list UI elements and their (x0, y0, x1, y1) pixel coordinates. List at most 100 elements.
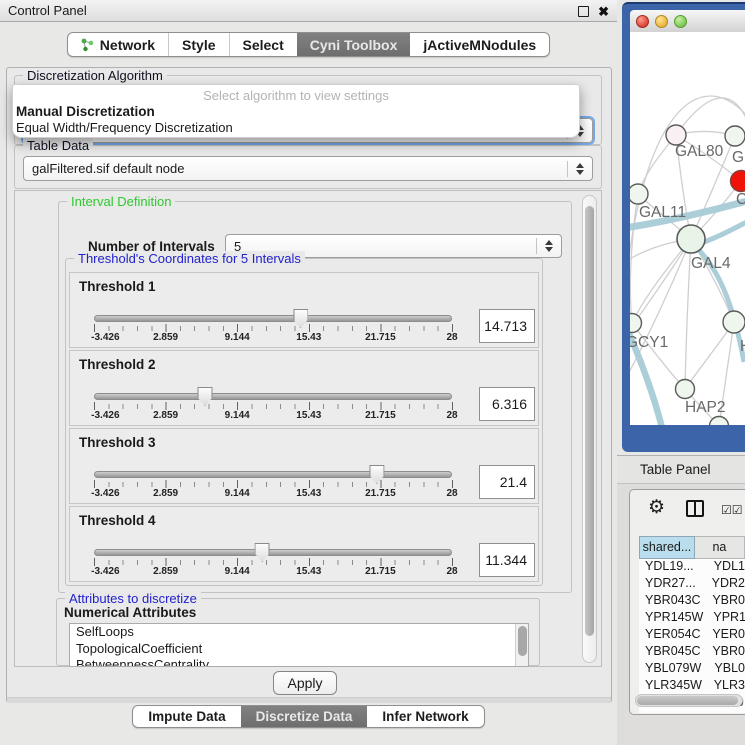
tab-jactivemnodules[interactable]: jActiveMNodules (410, 33, 549, 56)
gear-icon[interactable]: ⚙ (648, 496, 665, 519)
slider-major-ticks (94, 324, 454, 332)
tab-style[interactable]: Style (168, 33, 228, 56)
hscrollbar-thumb[interactable] (637, 696, 738, 705)
cell-shared-name[interactable]: YER054C (639, 627, 702, 644)
table-data-combo[interactable]: galFiltered.sif default node (23, 156, 593, 181)
scrollbar-thumb[interactable] (585, 206, 594, 636)
scale-label: 28 (446, 410, 457, 421)
threshold-value-field[interactable]: 11.344 (479, 543, 535, 577)
minimize-traffic-light-icon[interactable] (655, 15, 668, 28)
discretization-algorithm-title: Discretization Algorithm (23, 68, 167, 83)
scale-label: 15.43 (296, 488, 321, 499)
slider-track[interactable] (94, 393, 452, 400)
node-red-selected[interactable] (731, 171, 745, 192)
cell-name[interactable]: YBL0 (704, 661, 745, 678)
combo-spinner-icon[interactable] (567, 161, 584, 177)
cell-name[interactable]: YBR0 (702, 593, 745, 610)
scale-label: 15.43 (296, 566, 321, 577)
table-panel-titlebar: Table Panel (617, 455, 745, 484)
table-row[interactable]: YER054CYER0 (639, 627, 745, 644)
node-label: GAL11 (639, 204, 686, 221)
node-gal11[interactable] (630, 184, 648, 204)
threshold-label: Threshold 4 (79, 513, 156, 528)
node-label: GCY1 (630, 334, 668, 351)
cell-name[interactable]: YPR1 (703, 610, 745, 627)
scale-label: 21.715 (365, 410, 396, 421)
slider-track[interactable] (94, 549, 452, 556)
table-hscrollbar[interactable] (635, 694, 743, 707)
tab-infer-network[interactable]: Infer Network (367, 706, 483, 727)
node-h[interactable] (723, 311, 745, 333)
table-row[interactable]: YDL19...YDL1 (639, 559, 745, 576)
columns-icon[interactable] (686, 500, 704, 517)
node-bottom[interactable] (710, 417, 729, 426)
scale-label: 9.144 (225, 488, 250, 499)
cell-name[interactable]: YBR0 (702, 644, 745, 661)
tab-select[interactable]: Select (229, 33, 297, 56)
threshold-label: Threshold 1 (79, 279, 156, 294)
scale-label: 2.859 (153, 566, 178, 577)
tab-cyni-toolbox[interactable]: Cyni Toolbox (297, 33, 411, 56)
cell-name[interactable]: YLR3 (704, 678, 745, 695)
attribute-list-item[interactable]: SelfLoops (70, 624, 528, 641)
slider-track[interactable] (94, 471, 452, 478)
node-hap2[interactable] (676, 380, 695, 399)
close-icon[interactable]: ✖ (598, 6, 609, 17)
popup-option-manual[interactable]: Manual Discretization (13, 103, 579, 119)
checkboxes-icon[interactable]: ☑☑ (721, 503, 743, 517)
table-data-group: Table Data galFiltered.sif default node (14, 145, 602, 189)
scale-label: 9.144 (225, 410, 250, 421)
threshold-1-panel: Threshold 1 -3.4262.8599.14415.4321.7152… (69, 272, 539, 348)
table-row[interactable]: YBR043CYBR0 (639, 593, 745, 610)
cell-name[interactable]: YDR2 (702, 576, 745, 593)
node-gcy1[interactable] (630, 314, 642, 333)
cell-shared-name[interactable]: YLR345W (639, 678, 704, 695)
table-row[interactable]: YDR27...YDR2 (639, 576, 745, 593)
tab-network[interactable]: Network (68, 33, 168, 56)
threshold-value-field[interactable]: 21.4 (479, 465, 535, 499)
scale-label: 21.715 (365, 488, 396, 499)
attribute-list-item[interactable]: BetweennessCentrality (70, 657, 528, 667)
table-row[interactable]: YBL079WYBL0 (639, 661, 745, 678)
table-row[interactable]: YBR045CYBR0 (639, 644, 745, 661)
cell-name[interactable]: YER0 (702, 627, 745, 644)
slider-major-ticks (94, 480, 454, 488)
cell-shared-name[interactable]: YPR145W (639, 610, 703, 627)
column-header-name[interactable]: na (695, 536, 745, 559)
panel-scrollbar[interactable] (582, 195, 597, 663)
table-panel-title: Table Panel (640, 462, 711, 477)
combo-spinner-icon[interactable] (536, 238, 553, 254)
float-window-icon[interactable] (578, 6, 589, 17)
slider-track[interactable] (94, 315, 452, 322)
threshold-value-field[interactable]: 14.713 (479, 309, 535, 343)
table-row[interactable]: YPR145WYPR1 (639, 610, 745, 627)
threshold-value-field[interactable]: 6.316 (479, 387, 535, 421)
node-gal80[interactable] (666, 125, 686, 145)
cell-shared-name[interactable]: YDR27... (639, 576, 702, 593)
popup-option-equal-width[interactable]: Equal Width/Frequency Discretization (13, 119, 579, 135)
network-canvas[interactable]: GAL80 G C GAL11 GAL4 GCY1 H HAP2 (630, 32, 745, 425)
cell-shared-name[interactable]: YBR043C (639, 593, 702, 610)
bottom-tabbar: Impute Data Discretize Data Infer Networ… (0, 705, 617, 728)
numerical-attributes-list[interactable]: SelfLoopsTopologicalCoefficientBetweenne… (69, 623, 529, 667)
cell-shared-name[interactable]: YBL079W (639, 661, 704, 678)
table-body[interactable]: YDL19...YDL1YDR27...YDR2YBR043CYBR0YPR14… (639, 559, 745, 713)
tab-impute-data[interactable]: Impute Data (133, 706, 240, 727)
scale-label: -3.426 (91, 488, 119, 499)
zoom-traffic-light-icon[interactable] (674, 15, 687, 28)
cell-name[interactable]: YDL1 (704, 559, 745, 576)
node-gal4[interactable] (677, 225, 705, 253)
apply-button[interactable]: Apply (273, 671, 337, 695)
list-scrollbar[interactable] (515, 624, 528, 666)
cell-shared-name[interactable]: YBR045C (639, 644, 702, 661)
table-row[interactable]: YLR345WYLR3 (639, 678, 745, 695)
network-window-titlebar (630, 10, 745, 32)
node-top-right[interactable] (725, 126, 745, 146)
network-icon (81, 38, 94, 52)
scale-label: 21.715 (365, 332, 396, 343)
cell-shared-name[interactable]: YDL19... (639, 559, 704, 576)
tab-discretize-data[interactable]: Discretize Data (241, 706, 368, 727)
column-header-shared[interactable]: shared... (639, 536, 695, 559)
close-traffic-light-icon[interactable] (636, 15, 649, 28)
attribute-list-item[interactable]: TopologicalCoefficient (70, 641, 528, 658)
